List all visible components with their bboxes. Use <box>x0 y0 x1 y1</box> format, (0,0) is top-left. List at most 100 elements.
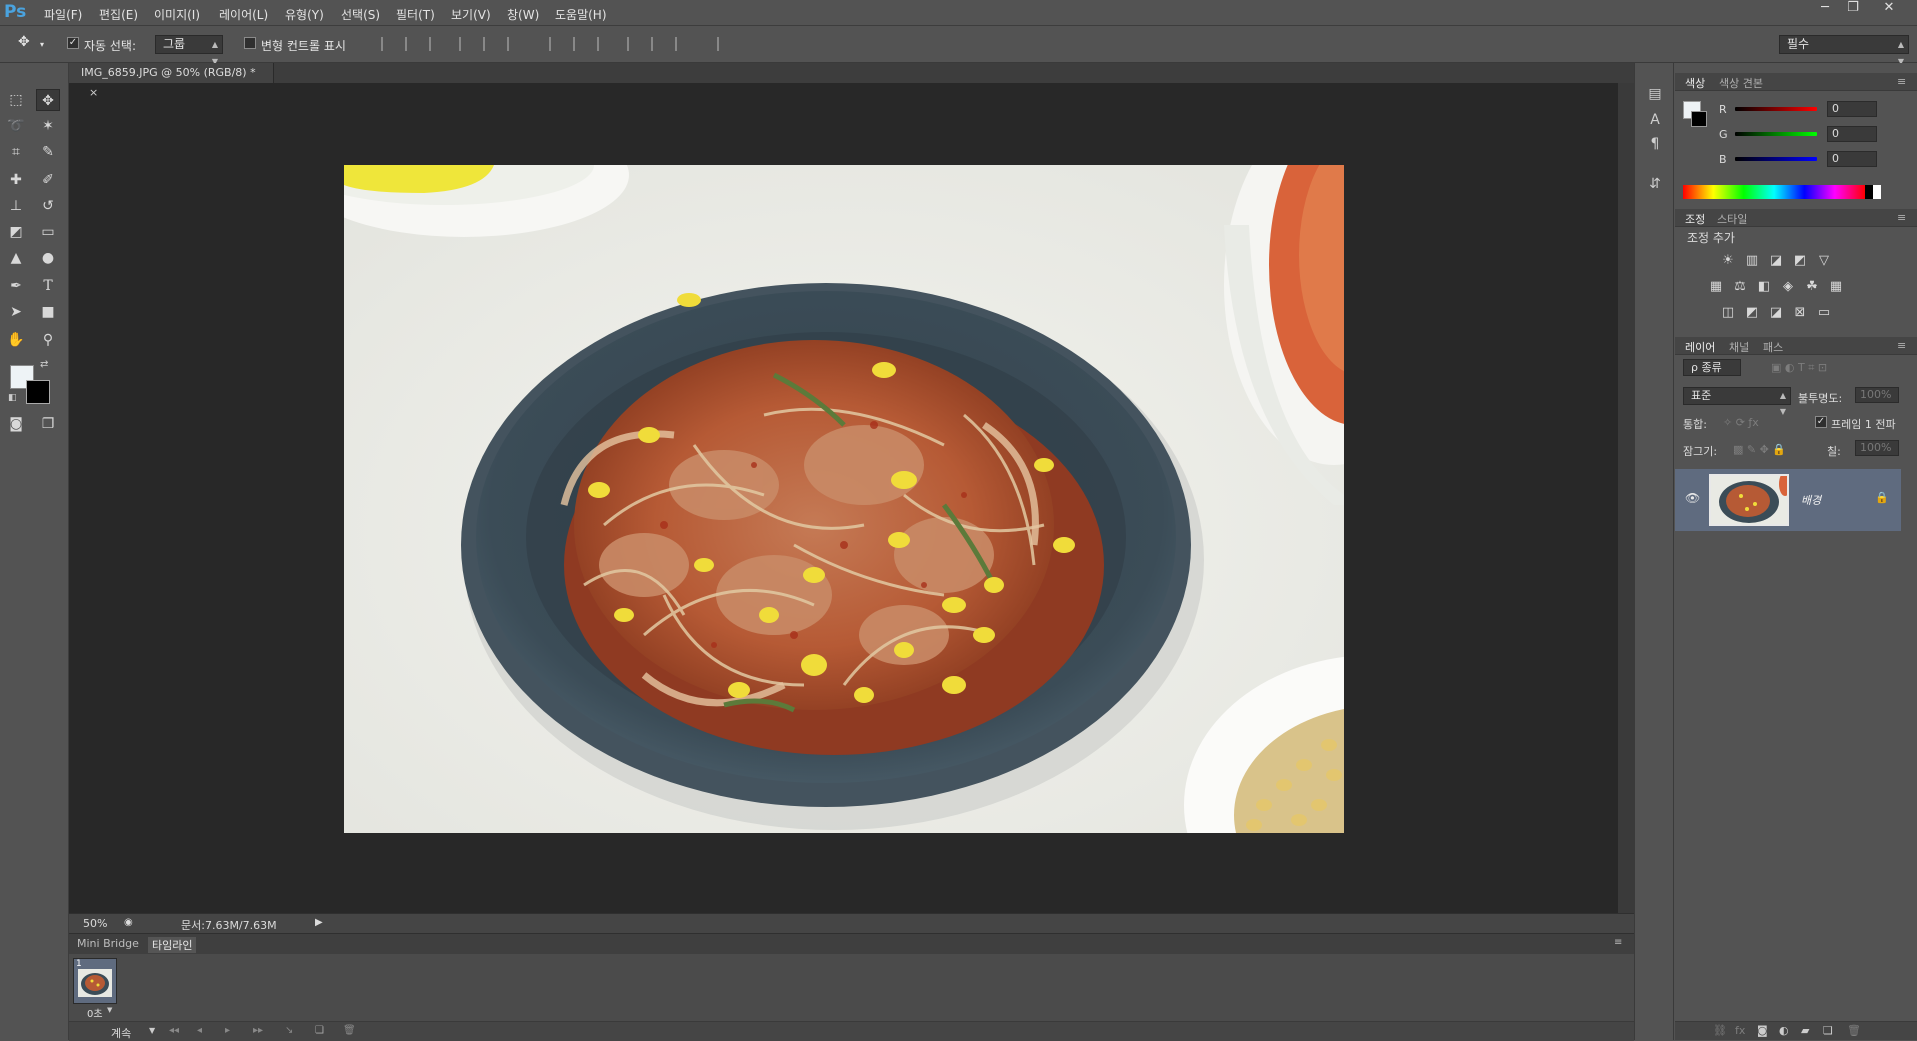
tab-timeline[interactable]: 타임라인 <box>148 937 197 953</box>
align-left-icon[interactable] <box>459 37 473 51</box>
exposure-icon[interactable]: ◩ <box>1791 253 1809 269</box>
auto-select-checkbox[interactable]: ✓ <box>67 37 79 49</box>
move-tool-preset-icon[interactable]: ✥ <box>18 34 30 50</box>
distribute-bottom-icon[interactable] <box>597 37 611 51</box>
selective-color-icon[interactable]: ▭ <box>1815 305 1833 321</box>
unify-icons[interactable]: ✧ ⟳ ƒx <box>1723 416 1759 429</box>
magic-wand-tool-icon[interactable]: ✶ <box>36 115 60 137</box>
menu-window[interactable]: 창(W) <box>507 6 539 23</box>
chevron-down-icon[interactable]: ▼ <box>107 1006 112 1014</box>
distribute-right-icon[interactable] <box>675 37 689 51</box>
panel-menu-icon[interactable]: ≡ <box>1897 211 1906 224</box>
green-slider[interactable] <box>1735 132 1817 136</box>
history-panel-icon[interactable]: ▤ <box>1644 83 1666 105</box>
align-bottom-icon[interactable] <box>429 37 443 51</box>
red-slider[interactable] <box>1735 107 1817 111</box>
layer-filter-icons[interactable]: ▣ ◐ T ⌗ ⊡ <box>1771 361 1827 375</box>
default-colors-icon[interactable]: ◧ <box>8 393 17 403</box>
new-group-icon[interactable]: ▰ <box>1801 1024 1809 1037</box>
hue-saturation-icon[interactable]: ▦ <box>1707 279 1725 295</box>
menu-view[interactable]: 보기(V) <box>451 6 491 23</box>
photo-filter-icon[interactable]: ◈ <box>1779 279 1797 295</box>
background-color-swatch[interactable] <box>26 380 50 404</box>
distribute-hcenter-icon[interactable] <box>651 37 665 51</box>
align-top-icon[interactable] <box>381 37 395 51</box>
tab-color[interactable]: 색상 <box>1685 75 1705 91</box>
distribute-vcenter-icon[interactable] <box>573 37 587 51</box>
opacity-field[interactable]: 100% <box>1855 387 1899 403</box>
tween-icon[interactable]: ↘ <box>285 1025 293 1036</box>
adjustment-layer-icon[interactable]: ◐ <box>1779 1024 1789 1037</box>
blue-value-field[interactable]: 0 <box>1827 151 1877 167</box>
brush-tool-icon[interactable]: ✐ <box>36 169 60 191</box>
swap-colors-icon[interactable]: ⇄ <box>40 359 48 370</box>
layer-row-background[interactable]: 👁 배경 🔒 <box>1675 469 1901 531</box>
loop-options[interactable]: 계속 <box>111 1025 131 1041</box>
marquee-tool-icon[interactable]: ⬚ <box>4 89 28 111</box>
vibrance-icon[interactable]: ▽ <box>1815 253 1833 269</box>
play-icon[interactable]: ▸ <box>225 1025 230 1036</box>
canvas-image[interactable] <box>344 165 1344 833</box>
history-brush-tool-icon[interactable]: ↺ <box>36 195 60 217</box>
channel-mixer-icon[interactable]: ☘ <box>1803 279 1821 295</box>
invert-icon[interactable]: ◫ <box>1719 305 1737 321</box>
zoom-tool-icon[interactable]: ⚲ <box>36 329 60 351</box>
first-frame-icon[interactable]: ◂◂ <box>169 1025 179 1036</box>
character-panel-icon[interactable]: A <box>1644 109 1666 131</box>
posterize-icon[interactable]: ◩ <box>1743 305 1761 321</box>
minimize-button[interactable]: ─ <box>1812 0 1838 18</box>
menu-image[interactable]: 이미지(I) <box>154 6 200 23</box>
auto-select-dropdown[interactable]: 그룹 ▲ ▼ <box>155 35 223 66</box>
add-mask-icon[interactable]: ◙ <box>1757 1024 1768 1037</box>
tab-mini-bridge[interactable]: Mini Bridge <box>77 937 139 950</box>
fill-field[interactable]: 100% <box>1855 440 1899 456</box>
spot-healing-tool-icon[interactable]: ✚ <box>4 169 28 191</box>
close-tab-icon[interactable]: × <box>89 86 98 99</box>
chevron-down-icon[interactable]: ▼ <box>149 1026 155 1035</box>
blend-mode-dropdown[interactable]: 표준 ▲ ▼ <box>1683 387 1791 416</box>
menu-type[interactable]: 유형(Y) <box>285 6 324 23</box>
menu-edit[interactable]: 편집(E) <box>99 6 138 23</box>
type-tool-icon[interactable]: T <box>36 275 60 297</box>
tab-paths[interactable]: 패스 <box>1763 339 1783 355</box>
fx-icon[interactable]: fx <box>1735 1024 1745 1037</box>
color-balance-icon[interactable]: ⚖ <box>1731 279 1749 295</box>
color-lookup-icon[interactable]: ▦ <box>1827 279 1845 295</box>
status-info-icon[interactable]: ◉ <box>124 917 133 928</box>
crop-tool-icon[interactable]: ⌗ <box>4 141 28 163</box>
panel-menu-icon[interactable]: ≡ <box>1614 937 1622 948</box>
threshold-icon[interactable]: ◪ <box>1767 305 1785 321</box>
color-panel-background[interactable] <box>1691 111 1707 127</box>
black-white-icon[interactable]: ◧ <box>1755 279 1773 295</box>
lasso-tool-icon[interactable]: ➰ <box>4 115 28 137</box>
red-value-field[interactable]: 0 <box>1827 101 1877 117</box>
document-tab[interactable]: IMG_6859.JPG @ 50% (RGB/8) * × <box>69 63 274 99</box>
path-selection-tool-icon[interactable]: ➤ <box>4 301 28 323</box>
layer-filter-kind[interactable]: ρ 종류 <box>1683 359 1741 376</box>
delete-layer-icon[interactable]: 🗑 <box>1847 1024 1861 1037</box>
brightness-contrast-icon[interactable]: ☀ <box>1719 253 1737 269</box>
blue-slider[interactable] <box>1735 157 1817 161</box>
rectangle-tool-icon[interactable]: ■ <box>36 301 60 323</box>
restore-button[interactable]: ❐ <box>1840 0 1866 18</box>
clone-source-icon[interactable]: ⇵ <box>1644 173 1666 195</box>
menu-help[interactable]: 도움말(H) <box>555 6 607 23</box>
menu-file[interactable]: 파일(F) <box>44 6 82 23</box>
delete-frame-icon[interactable]: 🗑 <box>343 1025 356 1036</box>
timeline-frame[interactable]: 1 <box>73 958 117 1004</box>
lock-icons[interactable]: ▩ ✎ ✥ 🔒 <box>1733 443 1786 456</box>
menu-layer[interactable]: 레이어(L) <box>219 6 268 23</box>
tab-swatches[interactable]: 색상 견본 <box>1719 75 1763 91</box>
gradient-map-icon[interactable]: ⊠ <box>1791 305 1809 321</box>
curves-icon[interactable]: ◪ <box>1767 253 1785 269</box>
auto-align-layers-icon[interactable] <box>717 37 731 51</box>
hand-tool-icon[interactable]: ✋ <box>4 329 28 351</box>
levels-icon[interactable]: ▥ <box>1743 253 1761 269</box>
menu-filter[interactable]: 필터(T) <box>396 6 435 23</box>
tab-layers[interactable]: 레이어 <box>1685 339 1715 355</box>
move-tool-icon[interactable]: ✥ <box>36 89 60 111</box>
align-vcenter-icon[interactable] <box>405 37 419 51</box>
tab-adjustments[interactable]: 조정 <box>1685 211 1705 227</box>
new-layer-icon[interactable]: ❏ <box>1823 1024 1833 1037</box>
menu-select[interactable]: 선택(S) <box>341 6 380 23</box>
